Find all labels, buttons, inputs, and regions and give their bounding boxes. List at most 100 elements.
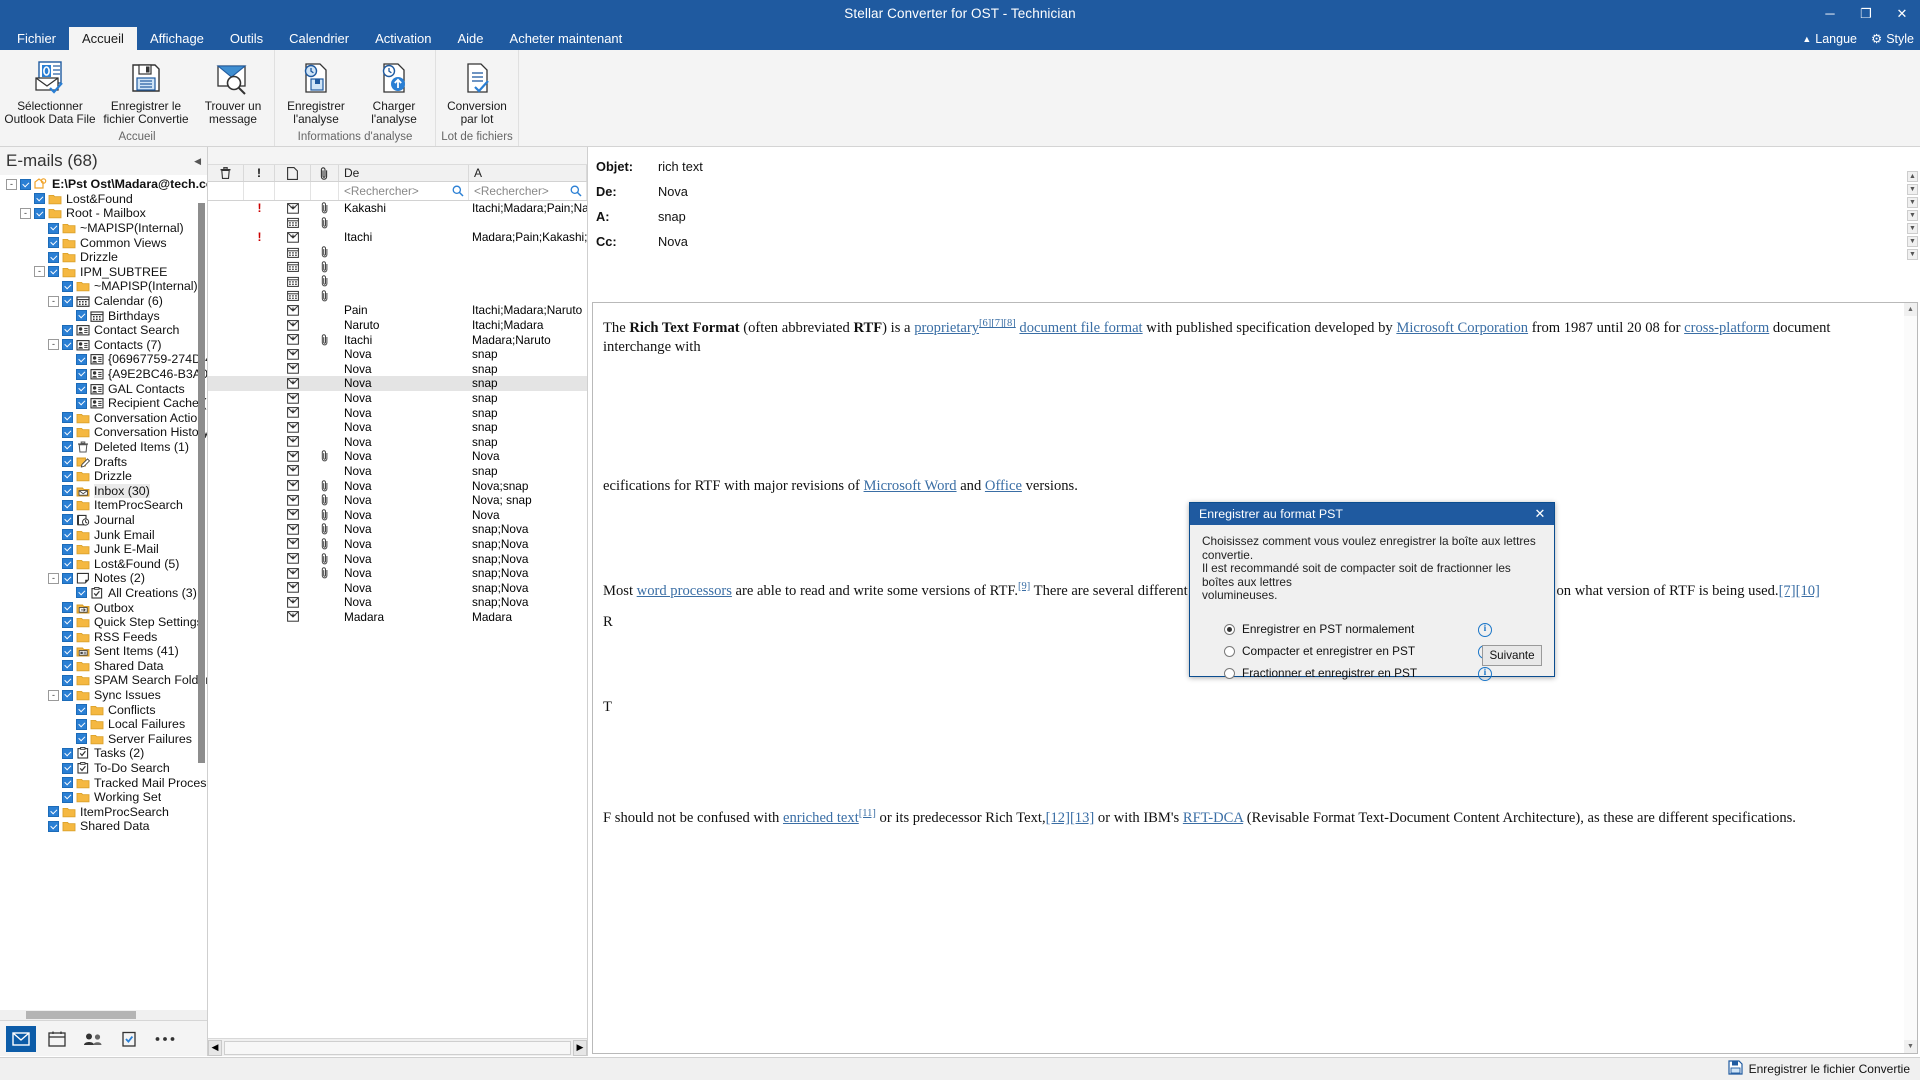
save-converted-status-icon[interactable]: [1727, 1060, 1743, 1078]
message-row[interactable]: [208, 289, 587, 304]
tree-item[interactable]: Working Set: [0, 790, 207, 805]
tree-item[interactable]: Shared Data: [0, 659, 207, 674]
tree-checkbox[interactable]: [62, 499, 73, 511]
tree-item[interactable]: ItemProcSearch: [0, 805, 207, 820]
message-row[interactable]: ! Kakashi Itachi;Madara;Pain;Naruto: [208, 201, 588, 216]
tree-item[interactable]: Inbox (30): [0, 483, 207, 498]
batch-conversion-button[interactable]: Conversion par lot: [438, 54, 516, 126]
dialog-close-button[interactable]: ✕: [1526, 503, 1554, 525]
link-word-processors[interactable]: word processors: [637, 583, 732, 599]
tree-item[interactable]: Journal: [0, 513, 207, 528]
tree-item[interactable]: ~MAPISP(Internal): [0, 221, 207, 236]
tree-item[interactable]: Common Views: [0, 235, 207, 250]
tree-checkbox[interactable]: [62, 456, 73, 468]
tree-item[interactable]: Contact Search: [0, 323, 207, 338]
message-row[interactable]: [208, 245, 587, 260]
language-selector[interactable]: ▲ Langue: [1802, 32, 1857, 46]
message-row[interactable]: ! Itachi Madara;Pain;Kakashi;Itachi;: [208, 230, 588, 245]
message-row[interactable]: Nova snap;Nova: [208, 566, 587, 581]
tree-expander-icon[interactable]: -: [48, 572, 59, 584]
tree-checkbox[interactable]: [76, 733, 87, 745]
tree-item[interactable]: Deleted Items (1): [0, 440, 207, 455]
restore-button[interactable]: ❐: [1848, 0, 1884, 27]
tree-checkbox[interactable]: [62, 762, 73, 774]
message-row[interactable]: Nova snap: [208, 435, 587, 450]
tree-checkbox[interactable]: [48, 820, 59, 832]
tree-checkbox[interactable]: [48, 222, 59, 234]
message-list-hscroll-track[interactable]: [224, 1040, 571, 1055]
tree-item[interactable]: Birthdays: [0, 308, 207, 323]
tree-expander-icon[interactable]: -: [6, 178, 17, 190]
radio-save-normally[interactable]: [1224, 624, 1235, 635]
tree-expander-icon[interactable]: -: [20, 207, 31, 219]
to-search-input[interactable]: <Rechercher>: [469, 182, 587, 200]
tree-checkbox[interactable]: [62, 777, 73, 789]
tree-checkbox[interactable]: [48, 806, 59, 818]
message-row[interactable]: [208, 274, 587, 289]
minimize-button[interactable]: ─: [1812, 0, 1848, 27]
tree-expander-icon[interactable]: -: [48, 295, 59, 307]
ref-1213[interactable]: [12][13]: [1046, 810, 1095, 826]
col-header-delete[interactable]: [208, 165, 244, 181]
col-header-from[interactable]: De: [339, 165, 469, 181]
tree-item[interactable]: Drafts: [0, 454, 207, 469]
tree-checkbox[interactable]: [62, 631, 73, 643]
tree-item[interactable]: Shared Data: [0, 819, 207, 834]
tree-expander-icon[interactable]: -: [48, 689, 59, 701]
link-enriched-text[interactable]: enriched text: [783, 810, 859, 826]
tree-checkbox[interactable]: [62, 426, 73, 438]
tree-item[interactable]: - E:\Pst Ost\Madara@tech.com -: [0, 177, 207, 192]
select-outlook-data-file-button[interactable]: Sélectionner Outlook Data File: [2, 54, 98, 126]
tree-item[interactable]: Local Failures: [0, 717, 207, 732]
link-proprietary[interactable]: proprietary: [914, 320, 979, 336]
option-save-normally[interactable]: Enregistrer en PST normalement i: [1202, 619, 1542, 641]
tree-item[interactable]: Recipient Cache (9: [0, 396, 207, 411]
tree-checkbox[interactable]: [62, 558, 73, 570]
tree-expander-icon[interactable]: -: [48, 339, 59, 351]
tab-affichage[interactable]: Affichage: [137, 27, 217, 50]
tree-checkbox[interactable]: [62, 324, 73, 336]
tree-checkbox[interactable]: [48, 251, 59, 263]
col-header-type[interactable]: [275, 165, 311, 181]
link-document-file-format[interactable]: document file format: [1019, 320, 1142, 336]
folder-tree[interactable]: -E:\Pst Ost\Madara@tech.com -Lost&Found-…: [0, 175, 207, 1010]
message-row[interactable]: Nova snap: [208, 464, 587, 479]
tree-checkbox[interactable]: [76, 368, 87, 380]
message-row[interactable]: Nova Nova;snap: [208, 478, 587, 493]
link-microsoft-word[interactable]: Microsoft Word: [864, 478, 957, 494]
tree-item[interactable]: Junk Email: [0, 527, 207, 542]
tree-checkbox[interactable]: [62, 572, 73, 584]
tree-checkbox[interactable]: [62, 295, 73, 307]
save-scan-button[interactable]: Enregistrer l'analyse: [277, 54, 355, 126]
search-icon-2[interactable]: [570, 185, 582, 200]
tree-checkbox[interactable]: [62, 660, 73, 672]
message-row[interactable]: Madara Madara: [208, 610, 587, 625]
tree-checkbox[interactable]: [62, 747, 73, 759]
tree-checkbox[interactable]: [62, 645, 73, 657]
link-cross-platform[interactable]: cross-platform: [1684, 320, 1769, 336]
message-row[interactable]: Itachi Madara;Naruto: [208, 332, 587, 347]
tab-calendrier[interactable]: Calendrier: [276, 27, 362, 50]
header-scroll-down-4-icon[interactable]: ▼: [1907, 223, 1918, 234]
mail-nav-icon[interactable]: [6, 1025, 36, 1052]
collapse-panel-icon[interactable]: ◀: [194, 156, 201, 167]
message-row[interactable]: Nova snap: [208, 391, 587, 406]
body-scroll-down-icon[interactable]: ▼: [1904, 1040, 1917, 1053]
tree-item[interactable]: Quick Step Settings: [0, 615, 207, 630]
tree-checkbox[interactable]: [76, 704, 87, 716]
tasks-nav-icon[interactable]: [114, 1026, 144, 1052]
tree-checkbox[interactable]: [48, 266, 59, 278]
search-icon[interactable]: [452, 185, 464, 200]
message-row[interactable]: Naruto Itachi;Madara: [208, 318, 587, 333]
message-row[interactable]: Nova snap;Nova: [208, 580, 587, 595]
tree-checkbox[interactable]: [48, 237, 59, 249]
tree-checkbox[interactable]: [76, 353, 87, 365]
tree-item[interactable]: ~MAPISP(Internal): [0, 279, 207, 294]
tree-item[interactable]: Drizzle: [0, 250, 207, 265]
tree-item[interactable]: - Sync Issues: [0, 688, 207, 703]
tab-activation[interactable]: Activation: [362, 27, 444, 50]
message-row[interactable]: [208, 216, 587, 231]
tree-item[interactable]: To-Do Search: [0, 761, 207, 776]
link-rft-dca[interactable]: RFT-DCA: [1183, 810, 1243, 826]
tree-item[interactable]: {06967759-274D-4: [0, 352, 207, 367]
